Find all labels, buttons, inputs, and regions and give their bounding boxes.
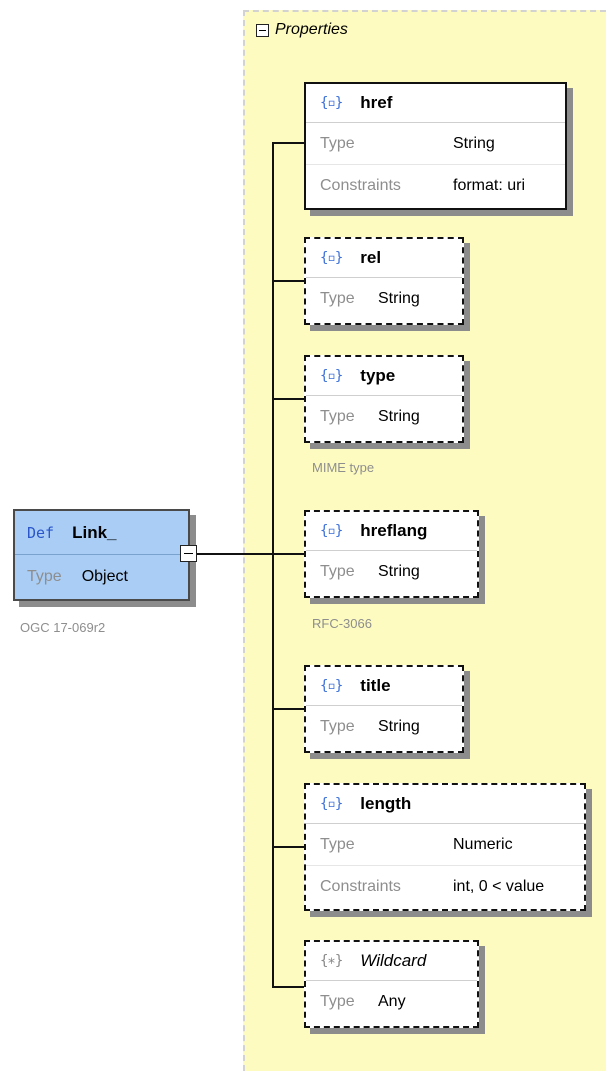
root-note: OGC 17-069r2 bbox=[20, 620, 106, 635]
property-value: String bbox=[378, 717, 420, 735]
property-wildcard[interactable]: {∗} Wildcard Type Any bbox=[304, 940, 479, 1028]
property-href[interactable]: {▫} href Type String Constraints format:… bbox=[304, 82, 567, 210]
property-icon: {▫} bbox=[320, 368, 343, 384]
properties-header[interactable]: Properties bbox=[256, 20, 348, 40]
root-element-link[interactable]: Def Link_ Type Object bbox=[13, 509, 190, 601]
property-key: Type bbox=[320, 992, 355, 1010]
property-key: Constraints bbox=[320, 877, 401, 895]
property-name: hreflang bbox=[360, 521, 428, 540]
branch-title bbox=[272, 708, 304, 710]
property-key: Type bbox=[320, 134, 355, 152]
property-icon: {▫} bbox=[320, 95, 343, 111]
root-connector-line bbox=[197, 553, 304, 555]
root-name: Link_ bbox=[72, 522, 117, 542]
property-name: type bbox=[360, 366, 396, 385]
property-icon: {▫} bbox=[320, 250, 343, 266]
property-hreflang[interactable]: {▫} hreflang Type String bbox=[304, 510, 479, 598]
root-type-value: Object bbox=[81, 568, 128, 585]
property-icon: {▫} bbox=[320, 523, 343, 539]
property-value: String bbox=[378, 407, 420, 425]
collapse-properties-icon[interactable] bbox=[256, 23, 269, 37]
property-key: Type bbox=[320, 562, 355, 580]
property-value: String bbox=[453, 134, 495, 152]
tree-trunk-line bbox=[272, 142, 274, 988]
property-name: title bbox=[360, 676, 391, 695]
property-key: Type bbox=[320, 407, 355, 425]
property-length[interactable]: {▫} length Type Numeric Constraints int,… bbox=[304, 783, 586, 911]
property-value: int, 0 < value bbox=[453, 877, 545, 895]
def-label: Def bbox=[27, 523, 55, 542]
property-name: href bbox=[360, 93, 393, 112]
property-note-type: MIME type bbox=[312, 460, 375, 475]
branch-length bbox=[272, 846, 304, 848]
property-value: Numeric bbox=[453, 835, 513, 853]
property-name: rel bbox=[360, 248, 382, 267]
root-type-label: Type bbox=[27, 568, 62, 585]
branch-type bbox=[272, 398, 304, 400]
branch-rel bbox=[272, 280, 304, 282]
collapse-root-icon[interactable] bbox=[180, 545, 197, 562]
property-title[interactable]: {▫} title Type String bbox=[304, 665, 464, 753]
property-name: Wildcard bbox=[360, 951, 427, 970]
property-name: length bbox=[360, 794, 412, 813]
property-value: format: uri bbox=[453, 176, 526, 194]
wildcard-icon: {∗} bbox=[320, 953, 343, 969]
property-key: Type bbox=[320, 289, 355, 307]
property-icon: {▫} bbox=[320, 678, 343, 694]
branch-wildcard bbox=[272, 986, 304, 988]
property-key: Type bbox=[320, 717, 355, 735]
property-value: String bbox=[378, 289, 420, 307]
properties-title: Properties bbox=[275, 21, 348, 38]
property-note-hreflang: RFC-3066 bbox=[312, 616, 372, 631]
property-key: Type bbox=[320, 835, 355, 853]
property-value: String bbox=[378, 562, 420, 580]
property-value: Any bbox=[378, 992, 406, 1010]
property-rel[interactable]: {▫} rel Type String bbox=[304, 237, 464, 325]
branch-href bbox=[272, 142, 304, 144]
property-key: Constraints bbox=[320, 176, 401, 194]
property-icon: {▫} bbox=[320, 796, 343, 812]
property-type[interactable]: {▫} type Type String bbox=[304, 355, 464, 443]
